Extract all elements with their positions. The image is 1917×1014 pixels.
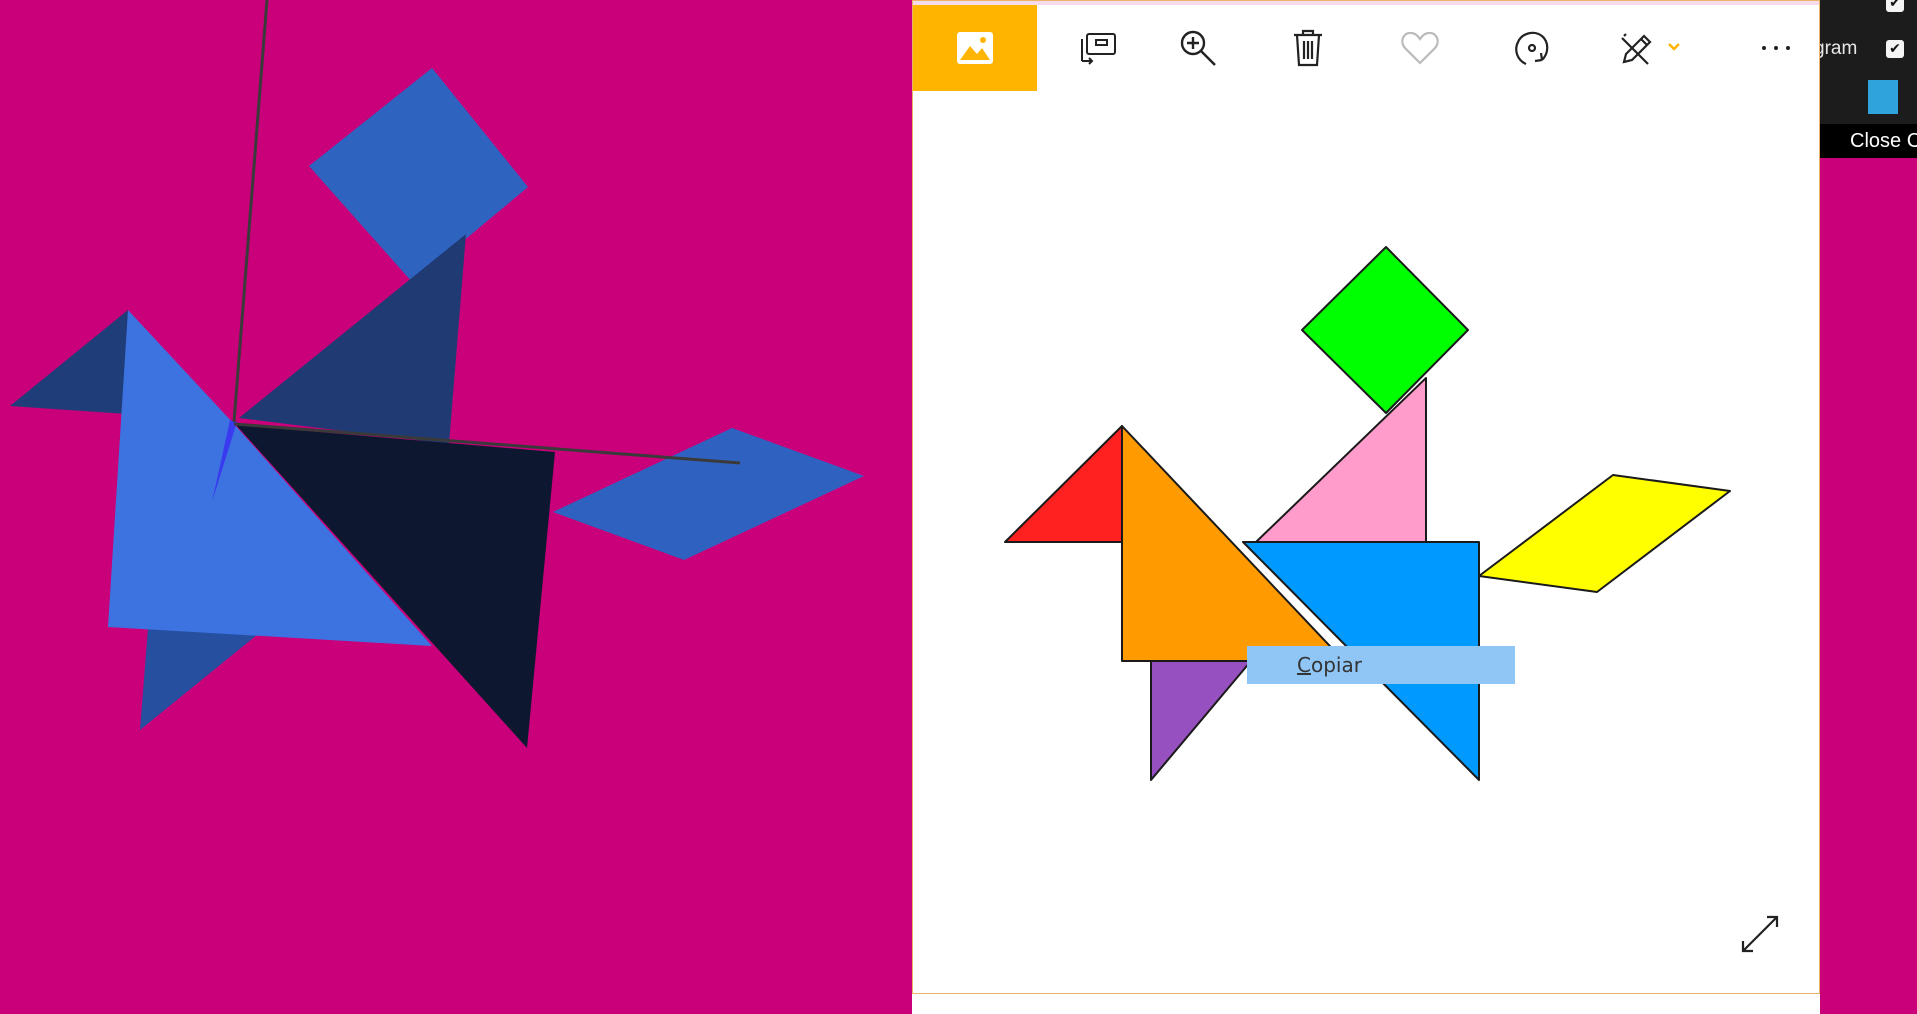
copy-accelerator: C (1297, 653, 1311, 677)
delete-button[interactable] (1263, 5, 1353, 91)
tangram-3d-scene[interactable] (0, 0, 912, 1014)
checkbox-diagram[interactable]: ✔ (1886, 40, 1904, 58)
more-icon (1762, 46, 1790, 50)
green-square (1301, 246, 1469, 414)
viewer-image-area[interactable] (913, 91, 1819, 993)
zoom-in-button[interactable] (1153, 5, 1243, 91)
checkbox-label: gram (1820, 38, 1858, 59)
slideshow-button[interactable] (1053, 5, 1143, 91)
viewer-bottom-gap (912, 994, 1820, 1014)
more-button[interactable] (1731, 5, 1819, 91)
checkbox-top[interactable]: ✔ (1886, 0, 1904, 12)
heart-icon (1401, 31, 1439, 65)
scene-bottom-triangle (140, 628, 263, 730)
scene-left-small-triangle (10, 310, 128, 414)
rotate-button[interactable] (1487, 5, 1577, 91)
photo-viewer-window[interactable] (912, 0, 1820, 994)
photo-icon (957, 32, 993, 64)
desktop: Copiar ✔ gram ✔ Close C (0, 0, 1917, 1014)
edit-button[interactable] (1591, 5, 1711, 91)
slideshow-icon (1081, 33, 1116, 65)
viewer-toolbar (913, 5, 1819, 91)
edit-icon (1621, 33, 1680, 65)
scene-parallelogram (553, 428, 864, 560)
delete-icon (1294, 29, 1322, 67)
close-controls-button[interactable]: Close C (1820, 124, 1917, 158)
copy-label: opiar (1310, 653, 1362, 677)
context-menu-copy[interactable]: Copiar (1247, 646, 1515, 684)
scene-axis-vertical (232, 0, 269, 423)
rotate-icon (1515, 31, 1549, 66)
purple-triangle (1150, 660, 1252, 781)
color-swatch[interactable] (1868, 80, 1898, 114)
tangram-image (1004, 246, 1731, 781)
scene-canvas[interactable] (0, 0, 912, 1014)
photo-button[interactable] (913, 5, 1037, 91)
fullscreen-icon[interactable] (1737, 911, 1783, 957)
scene-square (309, 68, 528, 283)
zoom-in-icon (1180, 30, 1216, 66)
favorite-button[interactable] (1375, 5, 1465, 91)
pink-triangle (1255, 377, 1427, 543)
controls-panel: ✔ gram ✔ Close C (1820, 0, 1917, 1014)
scene-upper-triangle (239, 234, 466, 444)
red-triangle (1004, 425, 1123, 543)
yellow-parallelogram (1478, 474, 1731, 593)
